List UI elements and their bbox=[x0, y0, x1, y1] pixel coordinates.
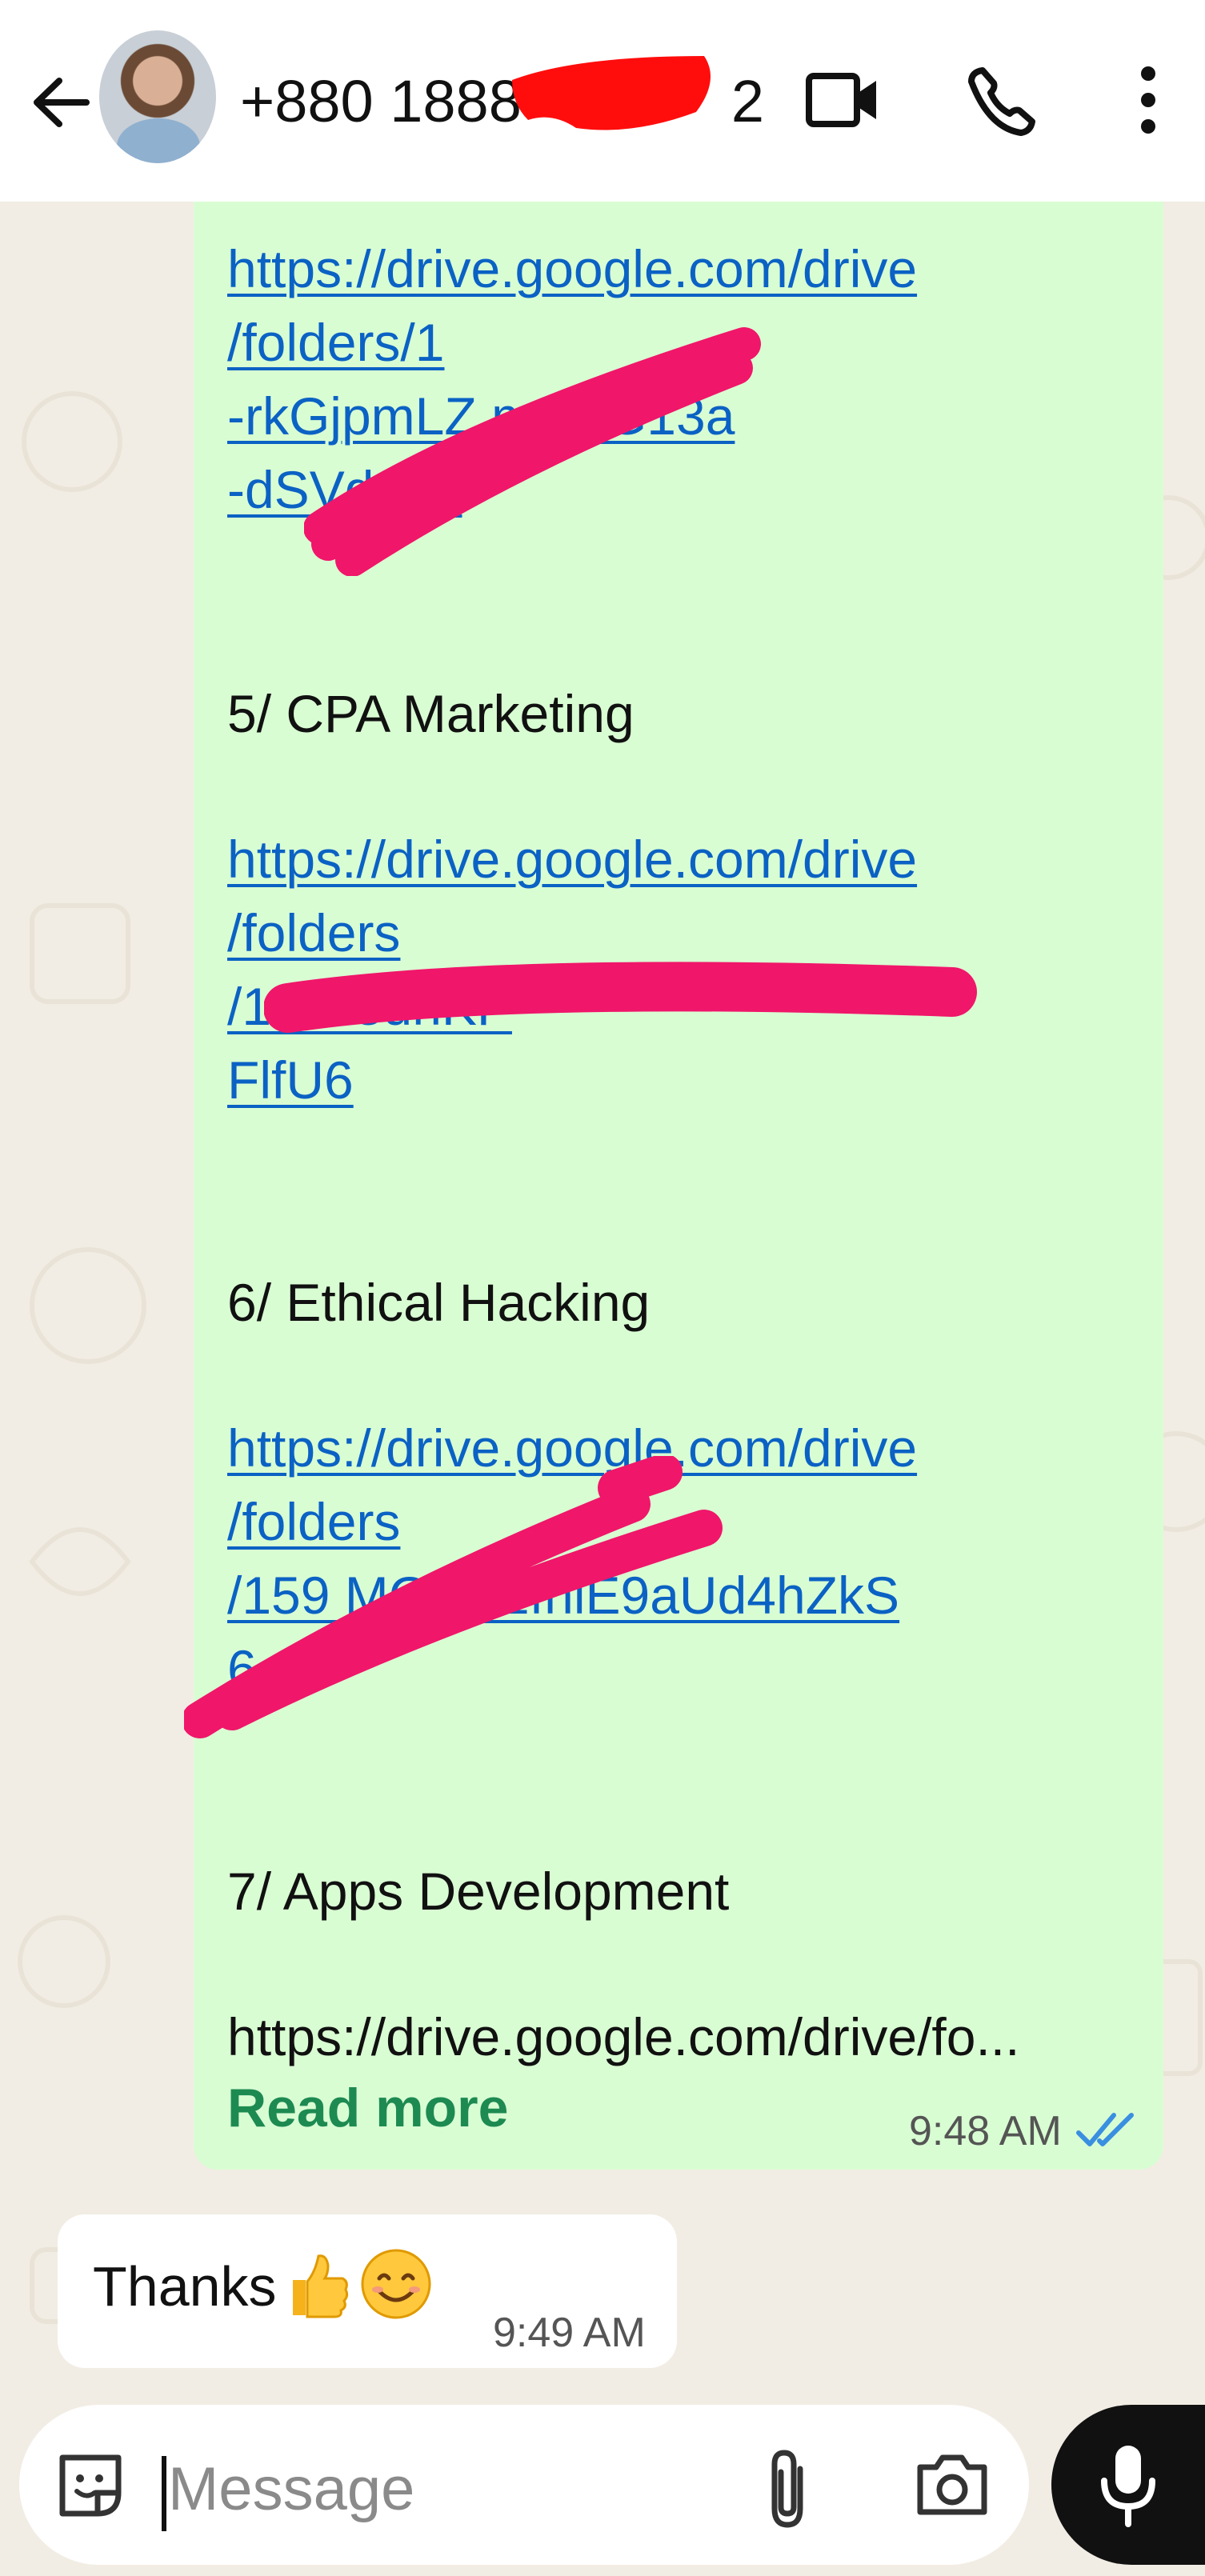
message-timestamp: 9:48 AM bbox=[909, 2108, 1062, 2154]
text-caret bbox=[162, 2456, 166, 2531]
read-more-link[interactable]: Read more bbox=[227, 2077, 508, 2139]
sticker-icon[interactable] bbox=[54, 2450, 126, 2522]
message-link[interactable]: -dSVd Ma bbox=[227, 453, 462, 526]
camera-icon[interactable] bbox=[912, 2445, 992, 2525]
microphone-icon bbox=[1101, 2446, 1155, 2527]
chat-screen: +880 1888 2 https://drive.google.com/driv… bbox=[0, 0, 1205, 2576]
more-options-button[interactable] bbox=[1104, 56, 1192, 144]
thumbs-up-emoji bbox=[293, 2254, 349, 2318]
message-timestamp: 9:49 AM bbox=[493, 2310, 646, 2356]
phone-icon bbox=[968, 67, 1035, 136]
message-link[interactable]: https://drive.google.com/drive bbox=[227, 1411, 917, 1485]
message-link[interactable]: https://drive.google.com/drive bbox=[227, 822, 917, 896]
redaction-mark bbox=[512, 56, 711, 130]
back-button[interactable] bbox=[22, 64, 99, 141]
truncated-link-text: https://drive.google.com/drive/fo... bbox=[227, 2007, 1020, 2066]
voice-call-button[interactable] bbox=[957, 56, 1045, 144]
smiling-face-emoji bbox=[361, 2249, 431, 2319]
message-link[interactable]: /folders/1 bbox=[227, 306, 444, 379]
message-link[interactable]: /folders bbox=[227, 1485, 400, 1558]
message-link[interactable]: https://drive.google.com/drive bbox=[227, 232, 917, 306]
section-heading: 7/ Apps Development bbox=[227, 1862, 730, 1921]
paperclip-icon[interactable] bbox=[752, 2445, 824, 2533]
section-heading: 6/ Ethical Hacking bbox=[227, 1273, 651, 1332]
message-text: Thanks bbox=[93, 2255, 277, 2318]
voice-record-button[interactable] bbox=[1051, 2405, 1205, 2565]
message-link[interactable]: /159 MGmozfhlE9aUd4hZkS bbox=[227, 1558, 899, 1632]
section-heading: 5/ CPA Marketing bbox=[227, 684, 635, 743]
more-vertical-icon bbox=[1141, 66, 1155, 134]
message-link[interactable]: FlfU6 bbox=[227, 1043, 354, 1117]
arrow-left-icon bbox=[34, 78, 90, 127]
video-call-button[interactable] bbox=[799, 56, 887, 144]
message-link[interactable]: /1AA 8uhKP bbox=[227, 970, 512, 1043]
message-link[interactable]: -rkGjpmLZ mmJG13a bbox=[227, 379, 735, 453]
read-receipt-icon bbox=[1076, 2113, 1134, 2146]
message-link[interactable]: 6 bbox=[227, 1632, 257, 1706]
video-call-icon bbox=[806, 73, 876, 127]
avatar[interactable] bbox=[99, 30, 216, 163]
message-input[interactable]: Message bbox=[168, 2454, 414, 2524]
chat-header: +880 1888 2 bbox=[0, 0, 1205, 202]
message-link[interactable]: /folders bbox=[227, 896, 400, 970]
